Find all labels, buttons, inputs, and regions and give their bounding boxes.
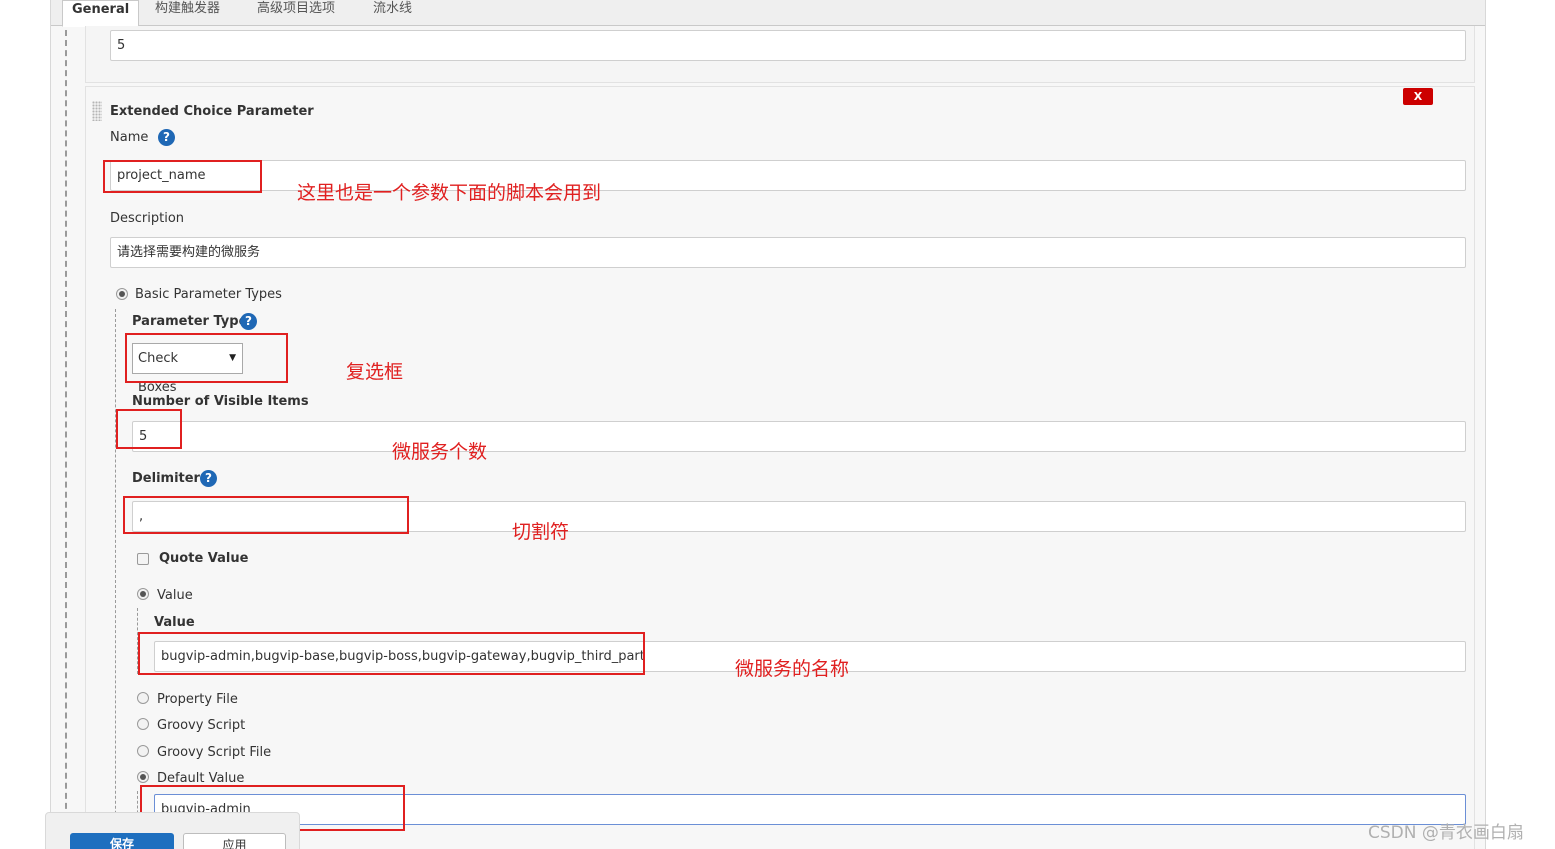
previous-parameter-input[interactable]: 5 [110, 30, 1466, 61]
extended-choice-parameter-block: Extended Choice Parameter X Name ? proje… [85, 86, 1475, 849]
description-input[interactable]: 请选择需要构建的微服务 [110, 237, 1466, 268]
groovy-script-file-label: Groovy Script File [157, 745, 272, 760]
quote-value-checkbox[interactable] [137, 553, 149, 565]
groovy-script-label: Groovy Script [157, 718, 246, 733]
drag-handle-icon[interactable] [92, 101, 102, 121]
basic-parameter-types-label: Basic Parameter Types [135, 287, 282, 302]
default-value-radio[interactable] [137, 771, 149, 783]
tab-build-triggers[interactable]: 构建触发器 [155, 0, 220, 26]
description-label: Description [110, 211, 185, 226]
name-help-icon[interactable]: ? [158, 129, 175, 146]
tab-general[interactable]: General [62, 0, 140, 27]
delimiter-help-icon[interactable]: ? [200, 470, 217, 487]
delete-parameter-button[interactable]: X [1403, 88, 1433, 105]
basic-parameter-types-radio[interactable] [116, 288, 128, 300]
default-value-label: Default Value [157, 771, 245, 786]
value-radio[interactable] [137, 588, 149, 600]
groovy-script-radio[interactable] [137, 718, 149, 730]
save-button[interactable]: 保存 [70, 833, 174, 849]
property-file-radio[interactable] [137, 692, 149, 704]
basic-types-guide-line [115, 309, 116, 849]
visible-items-input[interactable]: 5 [132, 421, 1466, 452]
property-file-label: Property File [157, 692, 238, 707]
value-field-label: Value [154, 615, 195, 630]
annotation-box-name [103, 160, 262, 193]
annotation-box-visible-items [116, 409, 182, 449]
annotation-box-value [138, 632, 645, 675]
parameter-title: Extended Choice Parameter [110, 104, 314, 119]
apply-button[interactable]: 应用 [183, 833, 286, 849]
watermark: CSDN @青衣画白扇 [1368, 823, 1524, 843]
annotation-box-parameter-type [125, 333, 288, 383]
visible-items-label: Number of Visible Items [132, 394, 309, 409]
job-config-page: General 构建触发器 高级项目选项 流水线 5 Extended Choi… [50, 0, 1486, 849]
groovy-script-file-radio[interactable] [137, 745, 149, 757]
previous-parameter-block: 5 [85, 26, 1475, 83]
parameter-type-help-icon[interactable]: ? [240, 313, 257, 330]
annotation-count-note: 微服务个数 [392, 441, 488, 463]
quote-value-label: Quote Value [159, 551, 249, 566]
value-radio-label: Value [157, 588, 193, 603]
annotation-name-note: 这里也是一个参数下面的脚本会用到 [297, 182, 602, 204]
name-label: Name [110, 130, 149, 145]
tab-pipeline[interactable]: 流水线 [373, 0, 412, 26]
delimiter-label: Delimiter [132, 471, 200, 486]
section-guide-line [65, 30, 67, 849]
annotation-value-note: 微服务的名称 [735, 658, 850, 680]
tab-advanced-project-options[interactable]: 高级项目选项 [257, 0, 335, 26]
annotation-box-delimiter [123, 496, 409, 534]
annotation-type-note: 复选框 [346, 361, 404, 383]
parameter-type-label: Parameter Type [132, 314, 248, 329]
annotation-delimiter-note: 切割符 [512, 521, 570, 543]
tab-bar: General 构建触发器 高级项目选项 流水线 [51, 0, 1485, 27]
